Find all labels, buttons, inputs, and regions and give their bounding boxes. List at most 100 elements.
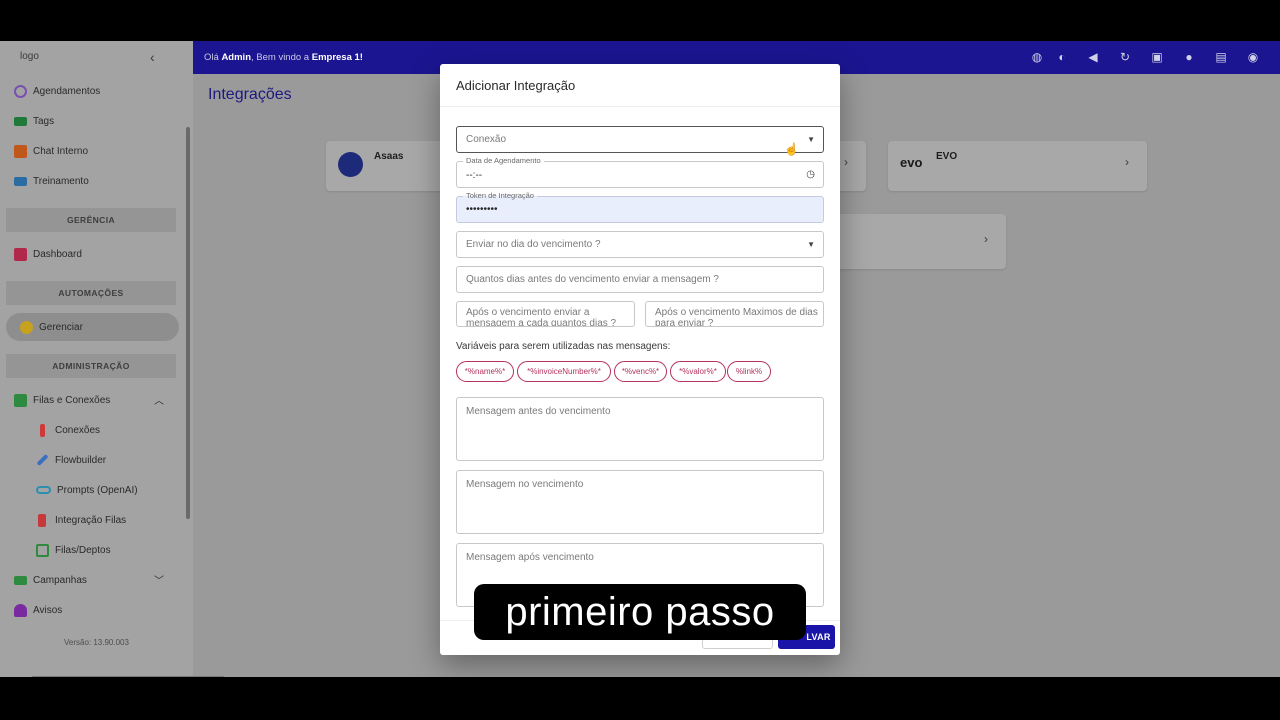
section-gerencia: GERÊNCIA bbox=[6, 208, 176, 232]
greet-mid: , Bem vindo a bbox=[251, 52, 312, 63]
sidebar-item-treinamento[interactable]: Treinamento bbox=[14, 171, 89, 191]
sidebar-item-label: Tags bbox=[33, 115, 55, 127]
sidebar-item-filas-deptos[interactable]: Filas/Deptos bbox=[36, 540, 111, 560]
magic-wand-icon bbox=[36, 453, 49, 467]
placeholder-line-1: Após o vencimento Maximos de dias bbox=[655, 307, 818, 318]
conexao-select[interactable]: Conexão ▼ bbox=[456, 126, 824, 153]
input-placeholder: Após o vencimento Maximos de dias para en… bbox=[655, 307, 818, 327]
sidebar-item-integracao-filas[interactable]: Integração Filas bbox=[36, 510, 126, 530]
refresh-icon[interactable]: ↻ bbox=[1118, 50, 1132, 64]
chevron-right-icon: › bbox=[1125, 155, 1129, 169]
version-text: Versão: 13.90.003 bbox=[64, 638, 129, 647]
user-name: Admin bbox=[221, 52, 251, 63]
variable-chip-invoice-number[interactable]: *%invoiceNumber%* bbox=[517, 361, 611, 382]
sidebar-item-conexoes[interactable]: Conexões bbox=[36, 420, 100, 440]
sidebar-item-tags[interactable]: Tags bbox=[14, 111, 54, 131]
theme-toggle-icon[interactable]: ◐ bbox=[1055, 50, 1069, 64]
caret-down-icon: ▼ bbox=[807, 240, 815, 249]
dashboard-icon bbox=[14, 247, 27, 261]
clock-icon[interactable]: ◷ bbox=[806, 169, 815, 180]
welcome-message: Olá Admin, Bem vindo a Empresa 1! bbox=[204, 52, 363, 63]
megaphone-icon bbox=[14, 575, 27, 585]
sidebar-item-prompts[interactable]: Prompts (OpenAI) bbox=[36, 480, 138, 500]
logo: logo bbox=[20, 51, 39, 62]
sidebar-item-label: Chat Interno bbox=[33, 145, 89, 157]
greet-suffix: ! bbox=[359, 52, 363, 63]
integration-card-evo[interactable]: evo EVO › bbox=[888, 141, 1147, 191]
globe-icon[interactable]: ◍ bbox=[1030, 50, 1044, 64]
chevron-up-icon[interactable]: ︿ bbox=[154, 392, 164, 407]
volume-icon[interactable]: ◀ bbox=[1086, 50, 1100, 64]
field-label: Token de Integração bbox=[463, 191, 537, 200]
variable-chip-venc[interactable]: *%venc%* bbox=[614, 361, 667, 382]
sidebar-item-label: Agendamentos bbox=[33, 85, 101, 97]
sidebar-item-label: Treinamento bbox=[33, 175, 89, 187]
chevron-right-icon: › bbox=[984, 232, 988, 246]
variable-chip-valor[interactable]: *%valor%* bbox=[670, 361, 726, 382]
page-title: Integrações bbox=[208, 86, 292, 103]
fork-icon bbox=[38, 513, 46, 527]
company-name: Empresa 1 bbox=[311, 52, 360, 63]
lightning-icon bbox=[40, 423, 45, 437]
sidebar-item-filas-conexoes[interactable]: Filas e Conexões bbox=[14, 390, 110, 410]
sidebar-item-label: Gerenciar bbox=[39, 321, 83, 333]
input-placeholder: Após o vencimento enviar a mensagem a cad… bbox=[466, 307, 617, 327]
calendar-check-icon bbox=[36, 543, 49, 557]
forum-icon[interactable]: ▤ bbox=[1214, 50, 1228, 64]
send-on-due-date-select[interactable]: Enviar no dia do vencimento ? ▼ bbox=[456, 231, 824, 258]
field-label: Data de Agendamento bbox=[463, 156, 544, 165]
sidebar-item-label: Filas/Deptos bbox=[55, 544, 111, 556]
chat-icon[interactable]: ▣ bbox=[1150, 50, 1164, 64]
calendar-icon bbox=[14, 84, 27, 98]
sidebar-item-label: Filas e Conexões bbox=[33, 394, 111, 406]
variables-label: Variáveis para serem utilizadas nas mens… bbox=[456, 341, 671, 352]
caret-down-icon: ▼ bbox=[807, 135, 815, 144]
sidebar-item-label: Dashboard bbox=[33, 248, 82, 260]
interval-after-due-input[interactable]: Após o vencimento enviar a mensagem a cad… bbox=[456, 301, 635, 327]
sidebar-item-label: Flowbuilder bbox=[55, 454, 107, 466]
collapse-sidebar-icon[interactable]: ‹ bbox=[150, 49, 155, 65]
chat-icon bbox=[14, 144, 27, 158]
gear-icon bbox=[20, 320, 33, 334]
bell-icon[interactable]: ● bbox=[1182, 50, 1196, 64]
account-icon[interactable]: ◉ bbox=[1246, 50, 1260, 64]
sidebar: logo ‹ Agendamentos Tags Chat Interno Tr… bbox=[0, 41, 193, 677]
bell-icon bbox=[14, 603, 27, 617]
bottom-strip bbox=[32, 676, 224, 677]
section-automacoes: AUTOMAÇÕES bbox=[6, 281, 176, 305]
sidebar-item-label: Integração Filas bbox=[55, 514, 127, 526]
sidebar-item-gerenciar[interactable]: Gerenciar bbox=[20, 317, 83, 337]
variable-chip-link[interactable]: %link% bbox=[727, 361, 771, 382]
chevron-down-icon[interactable]: ﹀ bbox=[154, 572, 164, 587]
max-days-after-due-input[interactable]: Após o vencimento Maximos de dias para en… bbox=[645, 301, 824, 327]
placeholder-line-2: para enviar ? bbox=[655, 318, 714, 327]
video-subtitle: primeiro passo bbox=[474, 584, 806, 640]
select-placeholder: Enviar no dia do vencimento ? bbox=[466, 239, 601, 250]
sidebar-item-label: Avisos bbox=[33, 604, 63, 616]
dialog-title: Adicionar Integração bbox=[456, 78, 576, 93]
scheduling-time-field[interactable]: Data de Agendamento --:-- ◷ bbox=[456, 156, 824, 188]
sidebar-item-agendamentos[interactable]: Agendamentos bbox=[14, 81, 100, 101]
card-name: Asaas bbox=[374, 151, 404, 162]
message-before-due-textarea[interactable]: Mensagem antes do vencimento bbox=[456, 397, 824, 461]
time-value: --:-- bbox=[466, 170, 483, 181]
placeholder-line-2: mensagem a cada quantos dias ? bbox=[466, 318, 617, 327]
card-name: EVO bbox=[936, 151, 958, 162]
sidebar-item-avisos[interactable]: Avisos bbox=[14, 600, 62, 620]
sidebar-item-flowbuilder[interactable]: Flowbuilder bbox=[36, 450, 106, 470]
message-on-due-textarea[interactable]: Mensagem no vencimento bbox=[456, 470, 824, 534]
sidebar-item-dashboard[interactable]: Dashboard bbox=[14, 244, 82, 264]
sidebar-item-campanhas[interactable]: Campanhas bbox=[14, 570, 87, 590]
sidebar-item-chat-interno[interactable]: Chat Interno bbox=[14, 141, 88, 161]
evo-logo-icon: evo bbox=[900, 155, 923, 170]
integration-token-field[interactable]: Token de Integração ••••••••• bbox=[456, 191, 824, 223]
select-placeholder: Conexão bbox=[466, 134, 507, 145]
add-integration-dialog: Adicionar Integração Conexão ▼ ☝ Data de… bbox=[440, 64, 840, 655]
graduation-cap-icon bbox=[14, 176, 27, 186]
app-frame: logo ‹ Agendamentos Tags Chat Interno Tr… bbox=[0, 41, 1280, 677]
variable-chip-name[interactable]: *%name%* bbox=[456, 361, 514, 382]
sidebar-scrollbar[interactable] bbox=[186, 127, 190, 519]
asaas-logo-icon bbox=[338, 152, 363, 177]
days-before-input[interactable]: Quantos dias antes do vencimento enviar … bbox=[456, 266, 824, 293]
section-administracao: ADMINISTRAÇÃO bbox=[6, 354, 176, 378]
